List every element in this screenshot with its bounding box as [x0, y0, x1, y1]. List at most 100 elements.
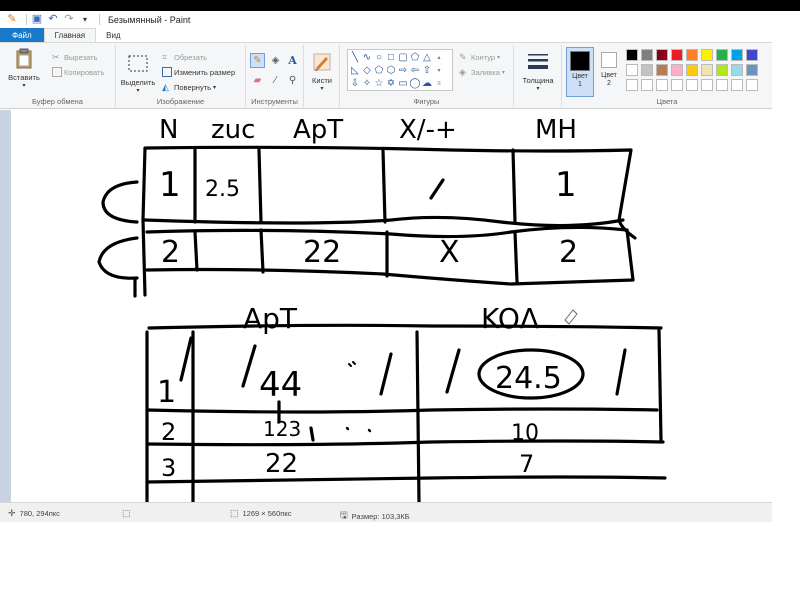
cut-button[interactable]: ✂ Вырезать	[52, 52, 97, 62]
eraser-tool[interactable]: ▰	[250, 73, 265, 88]
fill-tool[interactable]: ◈	[268, 53, 283, 68]
palette-swatch[interactable]	[671, 64, 683, 76]
magnifier-tool[interactable]: ⚲	[285, 73, 300, 88]
size-dropdown-icon[interactable]: ▾	[536, 85, 539, 92]
brushes-dropdown-icon[interactable]: ▾	[320, 85, 323, 92]
callout-cloud-shape-icon[interactable]: ☁	[421, 77, 433, 90]
palette-swatch[interactable]	[731, 79, 743, 91]
palette-swatch[interactable]	[731, 49, 743, 61]
palette-swatch[interactable]	[686, 64, 698, 76]
drawing-canvas[interactable]: Nzuc ApT X/-+ MH 1 2.5 1 2 22 X 2 ApT KOΛ 1 44 24.5 2 123…	[11, 110, 772, 502]
color-palette	[626, 49, 758, 91]
undo-icon[interactable]: ↶	[47, 14, 59, 26]
palette-swatch[interactable]	[641, 49, 653, 61]
select-button[interactable]: Выделить ▾	[120, 53, 156, 94]
color1-button[interactable]: Цвет 1	[566, 47, 594, 97]
table2-row-line	[145, 407, 659, 414]
table2-cell: 44	[259, 365, 302, 405]
oval-shape-icon[interactable]: ○	[373, 51, 385, 64]
palette-swatch[interactable]	[671, 49, 683, 61]
palette-swatch[interactable]	[641, 79, 653, 91]
down-arrow-shape-icon[interactable]: ⇩	[349, 77, 361, 90]
hexagon-shape-icon[interactable]: ⬡	[385, 64, 397, 77]
pentagon-shape-icon[interactable]: ⬠	[373, 64, 385, 77]
title-bar: ✎ ▣ ↶ ↷ ▾ Безымянный - Paint	[0, 11, 772, 28]
palette-swatch[interactable]	[701, 49, 713, 61]
palette-swatch[interactable]	[731, 64, 743, 76]
scroll-up-icon[interactable]: ▴	[433, 51, 445, 64]
palette-swatch[interactable]	[626, 79, 638, 91]
tab-home[interactable]: Главная	[43, 28, 97, 42]
left-arrow-shape-icon[interactable]: ⇦	[409, 64, 421, 77]
palette-swatch[interactable]	[671, 79, 683, 91]
color-picker-tool[interactable]: ⁄	[268, 73, 283, 88]
diamond-shape-icon[interactable]: ◇	[361, 64, 373, 77]
rotate-button[interactable]: ◭ Повернуть ▾	[162, 82, 216, 92]
right-arrow-shape-icon[interactable]: ⇨	[397, 64, 409, 77]
palette-swatch[interactable]	[641, 64, 653, 76]
table1-cell: 2	[161, 235, 180, 270]
palette-swatch[interactable]	[656, 79, 668, 91]
fill-label: Заливка	[471, 67, 500, 77]
five-point-star-shape-icon[interactable]: ☆	[373, 77, 385, 90]
copy-button[interactable]: Копировать	[52, 67, 104, 77]
color2-button[interactable]: Цвет 2	[596, 47, 622, 97]
paste-dropdown-icon[interactable]: ▾	[22, 82, 25, 89]
selection-size-icon: ⬚	[122, 508, 131, 518]
palette-swatch[interactable]	[656, 49, 668, 61]
callout-oval-shape-icon[interactable]: ◯	[409, 77, 421, 90]
pencil-tool[interactable]: ✎	[250, 53, 265, 68]
scroll-down-icon[interactable]: ▾	[433, 64, 445, 77]
outline-dropdown-icon[interactable]: ▾	[497, 54, 500, 61]
select-dropdown-icon[interactable]: ▾	[136, 87, 139, 94]
table1-cell: 2.5	[205, 177, 240, 202]
text-tool[interactable]: A	[285, 53, 300, 68]
shapes-gallery[interactable]: ╲ ∿ ○ □ ▢ ⬠ △ ▴ ◺ ◇ ⬠ ⬡ ⇨ ⇦ ⇧ ▾ ⇩ ✧ ☆ ✡ …	[347, 49, 453, 91]
palette-swatch[interactable]	[686, 49, 698, 61]
palette-swatch[interactable]	[701, 79, 713, 91]
save-icon[interactable]: ▣	[31, 14, 43, 26]
palette-swatch[interactable]	[626, 64, 638, 76]
fill-button[interactable]: ◈ Заливка ▾	[459, 67, 505, 77]
image-size: ⬚ 1269 × 560пкс	[230, 508, 291, 519]
palette-swatch[interactable]	[716, 64, 728, 76]
tools-group: ✎ ◈ A ▰ ⁄ ⚲ Инструменты	[246, 45, 304, 107]
redo-icon[interactable]: ↷	[63, 14, 75, 26]
rectangle-shape-icon[interactable]: □	[385, 51, 397, 64]
more-shapes-icon[interactable]: ≡	[433, 77, 445, 90]
rotate-dropdown-icon[interactable]: ▾	[213, 84, 216, 91]
crop-button[interactable]: ⌗ Обрезать	[162, 52, 207, 62]
palette-swatch[interactable]	[701, 64, 713, 76]
six-point-star-shape-icon[interactable]: ✡	[385, 77, 397, 90]
outline-button[interactable]: ✎ Контур ▾	[459, 52, 500, 62]
tab-file[interactable]: Файл	[0, 28, 44, 42]
polygon-shape-icon[interactable]: ⬠	[409, 51, 421, 64]
paint-app-icon[interactable]: ✎	[6, 14, 18, 26]
palette-swatch[interactable]	[626, 49, 638, 61]
triangle-shape-icon[interactable]: △	[421, 51, 433, 64]
tab-view[interactable]: Вид	[96, 28, 130, 42]
line-shape-icon[interactable]: ╲	[349, 51, 361, 64]
palette-swatch[interactable]	[656, 64, 668, 76]
four-point-star-shape-icon[interactable]: ✧	[361, 77, 373, 90]
palette-swatch[interactable]	[686, 79, 698, 91]
row-bracket	[101, 180, 139, 224]
palette-swatch[interactable]	[716, 49, 728, 61]
curve-shape-icon[interactable]: ∿	[361, 51, 373, 64]
size-button[interactable]: Толщина ▾	[520, 51, 556, 92]
palette-swatch[interactable]	[746, 79, 758, 91]
clipboard-group-label: Буфер обмена	[32, 97, 83, 106]
select-label: Выделить	[120, 78, 156, 87]
palette-swatch[interactable]	[746, 49, 758, 61]
customize-quick-access-icon[interactable]: ▾	[79, 14, 91, 26]
fill-dropdown-icon[interactable]: ▾	[502, 69, 505, 76]
right-triangle-shape-icon[interactable]: ◺	[349, 64, 361, 77]
palette-swatch[interactable]	[746, 64, 758, 76]
callout-rect-shape-icon[interactable]: ▭	[397, 77, 409, 90]
palette-swatch[interactable]	[716, 79, 728, 91]
brushes-button[interactable]: Кисти ▾	[308, 51, 336, 92]
rounded-rectangle-shape-icon[interactable]: ▢	[397, 51, 409, 64]
paste-button[interactable]: Вставить ▾	[6, 48, 42, 89]
up-arrow-shape-icon[interactable]: ⇧	[421, 64, 433, 77]
resize-button[interactable]: Изменить размер	[162, 67, 235, 77]
